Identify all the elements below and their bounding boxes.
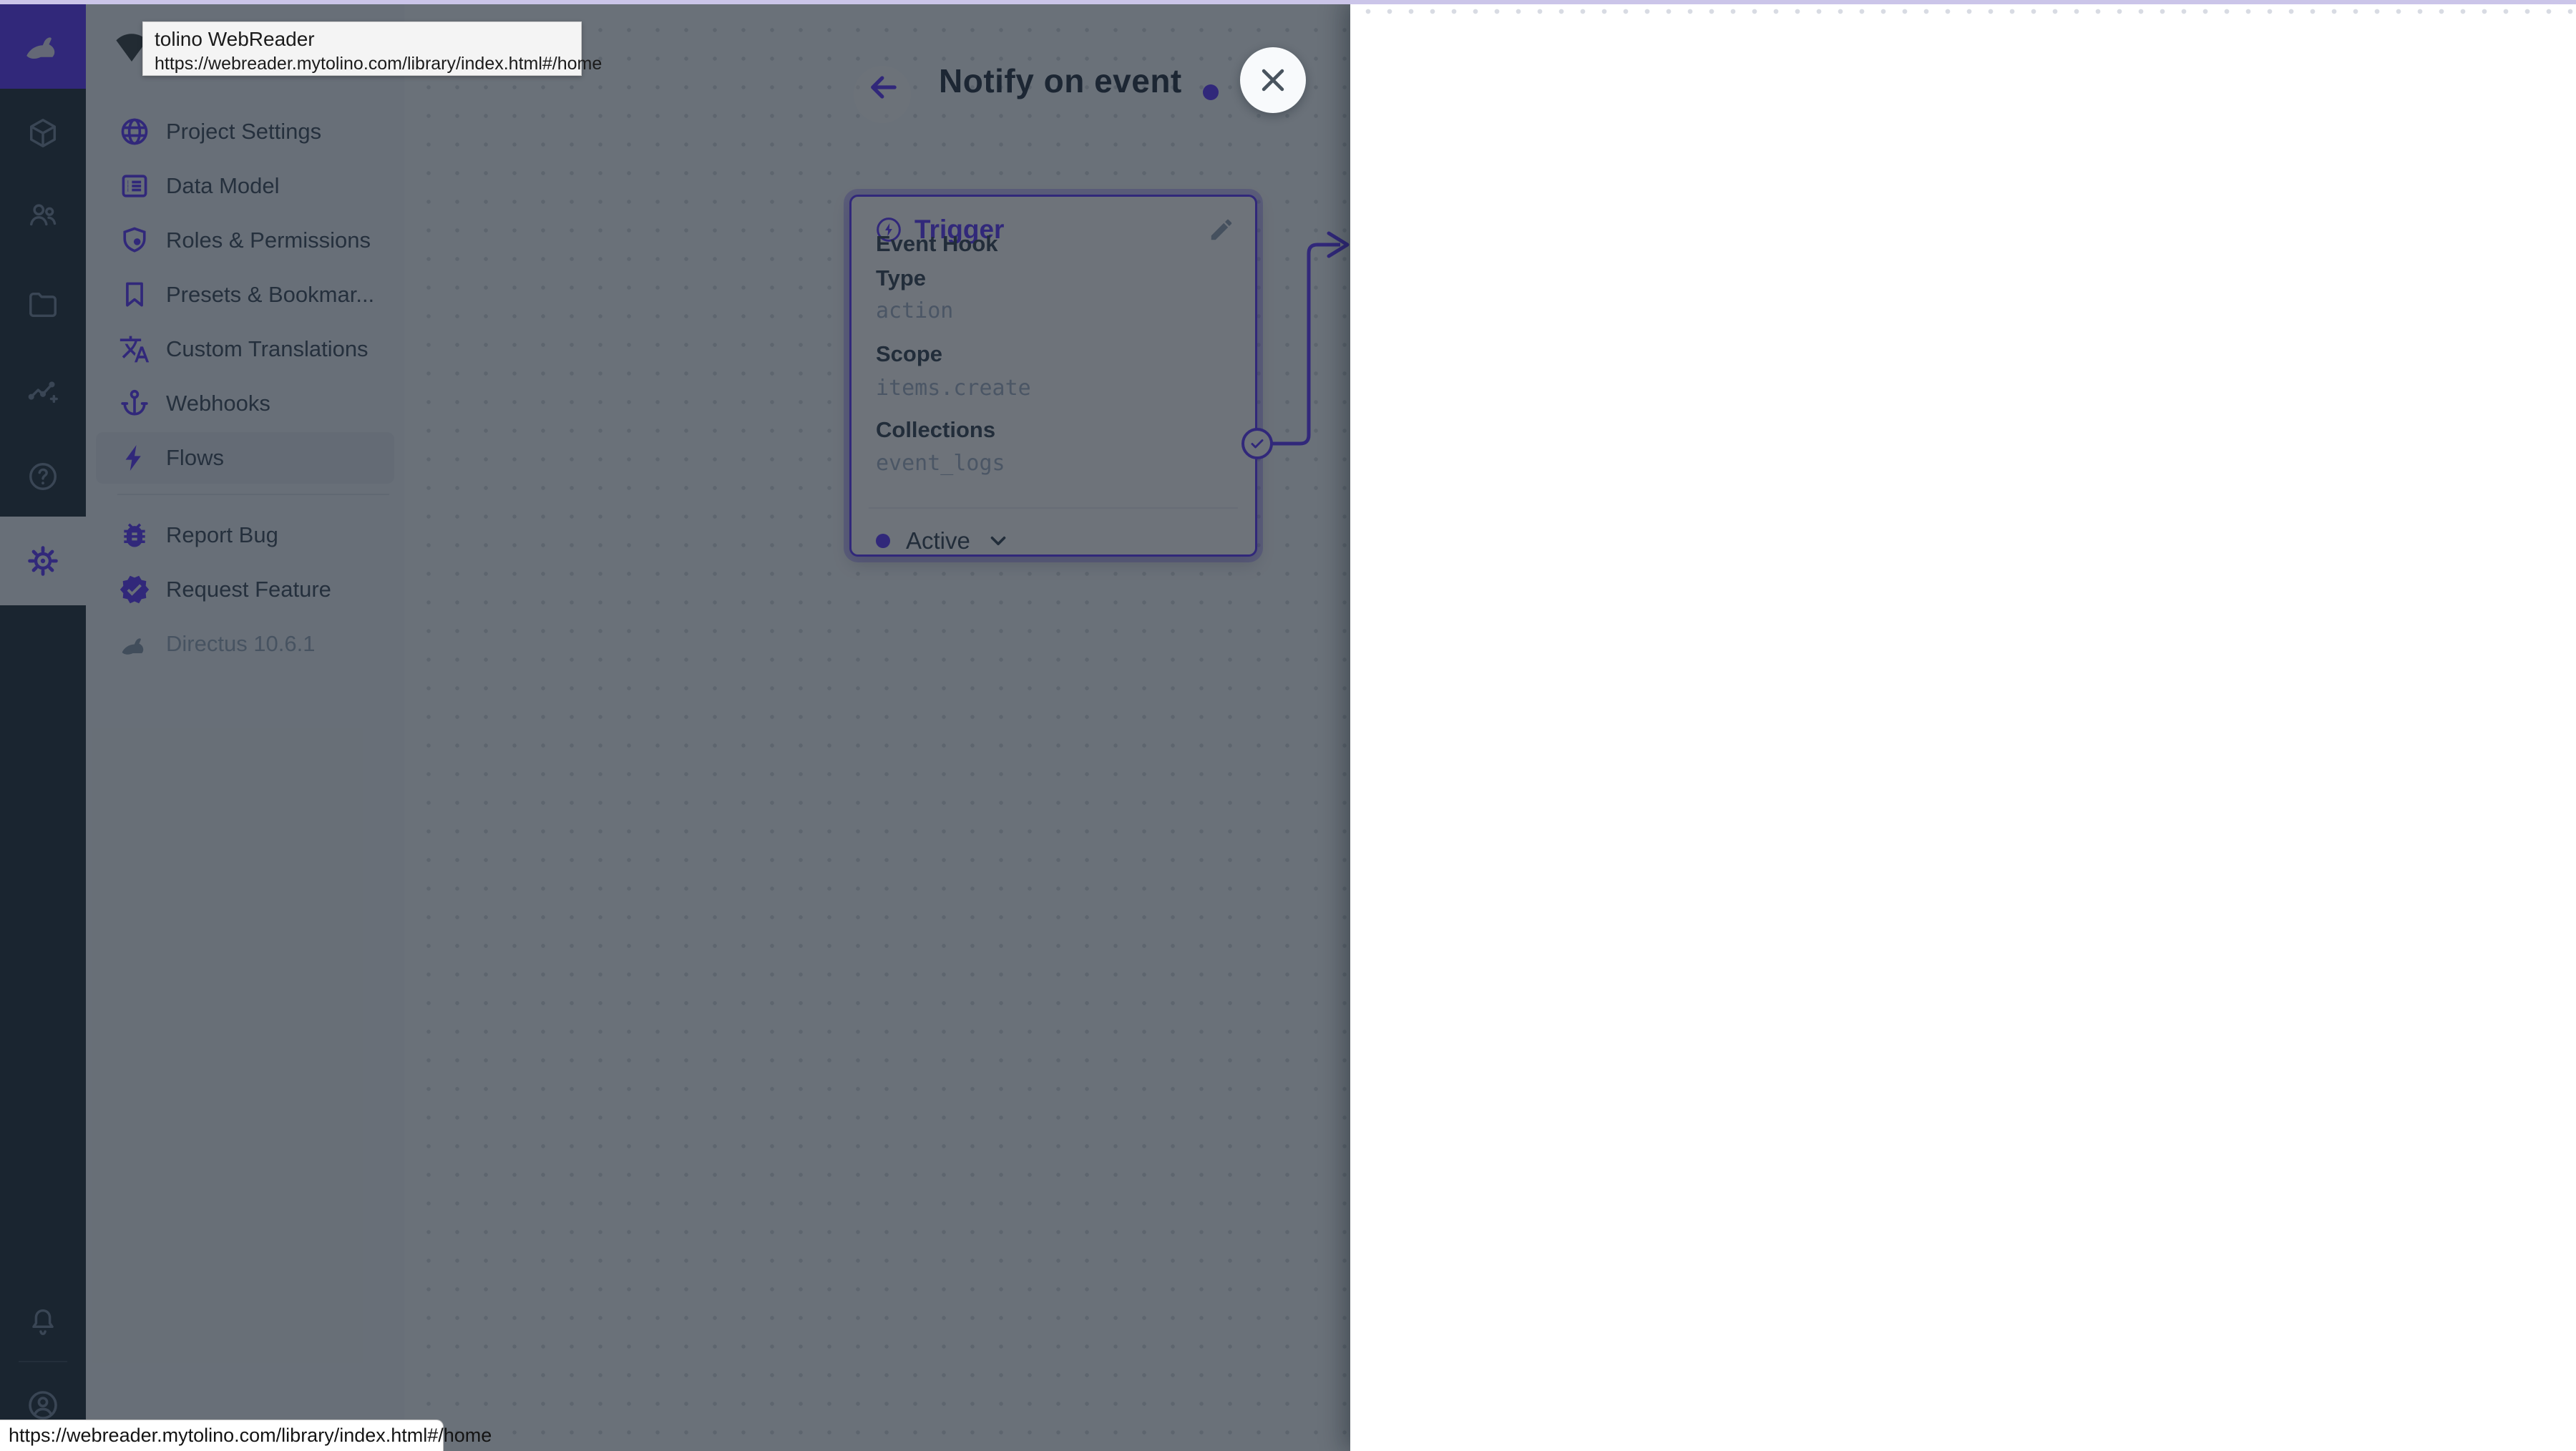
browser-status-bar: https://webreader.mytolino.com/library/i…: [0, 1420, 492, 1451]
status-bar-url: https://webreader.mytolino.com/library/i…: [9, 1425, 492, 1446]
tooltip-url: https://webreader.mytolino.com/library/i…: [155, 54, 602, 74]
close-icon: [1262, 69, 1284, 92]
edit-operation-drawer: Notify on event Edit Operation Name Key …: [1350, 0, 2576, 1451]
window-top-strip: [0, 0, 2576, 4]
drawer-close-button[interactable]: [1240, 47, 1306, 113]
drawer-top-dots: [1350, 6, 2576, 14]
app-window: Notify on event Trigger Event Hook Type …: [0, 0, 2576, 1451]
tooltip-title: tolino WebReader: [155, 28, 315, 50]
link-tooltip: tolino WebReader https://webreader.mytol…: [142, 21, 602, 76]
drawer-dim-overlay[interactable]: [0, 0, 1352, 1451]
